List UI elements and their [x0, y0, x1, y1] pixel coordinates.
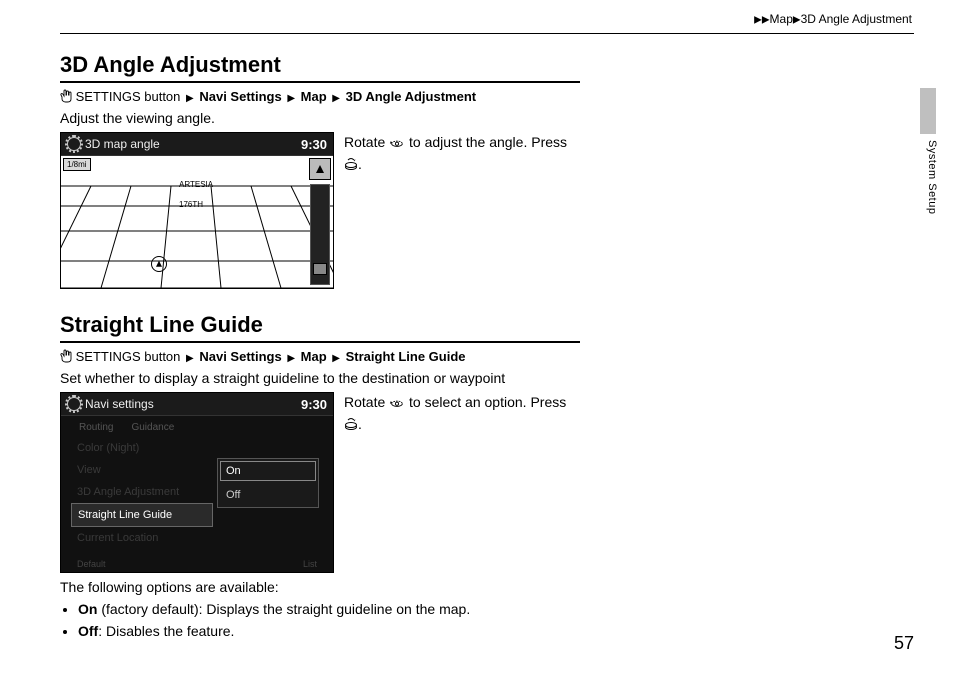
nav-path-text: Navi Settings — [199, 89, 281, 104]
section-description: Set whether to display a straight guidel… — [60, 370, 580, 386]
section-heading: 3D Angle Adjustment — [60, 52, 580, 83]
device-screenshot-navi-settings: Navi settings 9:30 Routing Guidance Colo… — [60, 392, 334, 573]
chevron-right-icon: ▶▶ — [754, 14, 769, 25]
section-3d-angle: 3D Angle Adjustment SETTINGS button ▶ Na… — [60, 52, 580, 289]
divider — [60, 33, 914, 34]
nav-path-text: SETTINGS button — [76, 349, 181, 364]
push-button-icon — [344, 156, 358, 176]
option-item: On (factory default): Displays the strai… — [78, 601, 580, 617]
option-label: Off — [78, 623, 98, 639]
options-popup: On Off — [217, 458, 319, 508]
footer-default[interactable]: Default — [77, 559, 106, 569]
instr-text: to select an option. Press — [409, 394, 566, 410]
map-scale: 1/8mi — [63, 158, 91, 171]
instr-text: to adjust the angle. Press — [409, 134, 567, 150]
device-screenshot-3d-map: 3D map angle 9:30 — [60, 132, 334, 289]
screen-header: Navi settings 9:30 — [61, 393, 333, 416]
manual-page: ▶▶Map▶3D Angle Adjustment System Setup 3… — [0, 0, 954, 674]
gear-icon — [67, 397, 81, 411]
section-description: Adjust the viewing angle. — [60, 110, 580, 126]
breadcrumb-seg: 3D Angle Adjustment — [801, 12, 912, 26]
settings-menu: Routing Guidance Color (Night) View 3D A… — [61, 416, 333, 572]
menu-tabs: Routing Guidance — [71, 422, 325, 433]
instr-text: Rotate — [344, 394, 389, 410]
screen-clock: 9:30 — [301, 397, 333, 412]
section-straight-line-guide: Straight Line Guide SETTINGS button ▶ Na… — [60, 312, 580, 645]
footer-list[interactable]: List — [303, 559, 317, 569]
screen-title: Navi settings — [85, 397, 301, 411]
nav-path-text: 3D Angle Adjustment — [346, 89, 477, 104]
chevron-right-icon: ▶ — [793, 14, 801, 25]
chevron-right-icon: ▶ — [287, 353, 295, 364]
nav-path-text: Straight Line Guide — [346, 349, 466, 364]
options-intro: The following options are available: — [60, 579, 580, 595]
nav-path-text: Navi Settings — [199, 349, 281, 364]
nav-path-text: Map — [301, 89, 327, 104]
instr-text: . — [358, 156, 362, 172]
menu-item[interactable]: 3D Angle Adjustment — [71, 481, 213, 503]
compass-icon — [309, 158, 331, 180]
chevron-right-icon: ▶ — [332, 353, 340, 364]
instr-text: . — [358, 416, 362, 432]
nav-path: SETTINGS button ▶ Navi Settings ▶ Map ▶ … — [60, 89, 580, 106]
map-3d-preview: 1/8mi ARTESIA 176TH — [61, 156, 333, 288]
push-button-icon — [344, 416, 358, 436]
breadcrumb-seg: Map — [770, 12, 793, 26]
menu-item[interactable]: View — [71, 459, 213, 481]
thumb-tab — [920, 88, 936, 134]
angle-slider[interactable] — [310, 184, 330, 285]
vehicle-cursor-icon — [151, 256, 167, 272]
menu-item-selected[interactable]: Straight Line Guide — [71, 503, 213, 527]
nav-path-text: SETTINGS button — [76, 89, 181, 104]
breadcrumb: ▶▶Map▶3D Angle Adjustment — [754, 12, 912, 26]
menu-footer: Default List — [61, 559, 333, 569]
section-heading: Straight Line Guide — [60, 312, 580, 343]
screen-header: 3D map angle 9:30 — [61, 133, 333, 156]
screen-clock: 9:30 — [301, 137, 333, 152]
menu-list: Color (Night) View 3D Angle Adjustment S… — [71, 437, 213, 549]
chevron-right-icon: ▶ — [287, 93, 295, 104]
street-label: 176TH — [179, 200, 203, 209]
rotate-dial-icon — [389, 394, 405, 414]
option-on[interactable]: On — [218, 459, 318, 483]
hand-icon — [60, 89, 72, 106]
hand-icon — [60, 349, 72, 366]
option-off[interactable]: Off — [218, 483, 318, 507]
instruction-text: Rotate to select an option. Press . — [344, 392, 579, 437]
option-text: : Disables the feature. — [98, 623, 234, 639]
slider-thumb[interactable] — [313, 263, 327, 275]
menu-item[interactable]: Current Location — [71, 527, 213, 549]
nav-path-text: Map — [301, 349, 327, 364]
nav-path: SETTINGS button ▶ Navi Settings ▶ Map ▶ … — [60, 349, 580, 366]
options-list: On (factory default): Displays the strai… — [60, 601, 580, 639]
map-grid — [61, 156, 333, 288]
chevron-right-icon: ▶ — [332, 93, 340, 104]
option-label: On — [78, 601, 97, 617]
option-text: (factory default): Displays the straight… — [97, 601, 470, 617]
chevron-right-icon: ▶ — [186, 93, 194, 104]
rotate-dial-icon — [389, 134, 405, 154]
menu-tab[interactable]: Routing — [79, 422, 113, 433]
page-number: 57 — [894, 633, 914, 654]
section-side-label: System Setup — [926, 140, 938, 214]
option-item: Off: Disables the feature. — [78, 623, 580, 639]
chevron-right-icon: ▶ — [186, 353, 194, 364]
menu-tab[interactable]: Guidance — [131, 422, 174, 433]
screen-title: 3D map angle — [85, 137, 301, 151]
menu-item[interactable]: Color (Night) — [71, 437, 213, 459]
street-label: ARTESIA — [179, 180, 213, 189]
gear-icon — [67, 137, 81, 151]
instr-text: Rotate — [344, 134, 389, 150]
instruction-text: Rotate to adjust the angle. Press . — [344, 132, 579, 177]
